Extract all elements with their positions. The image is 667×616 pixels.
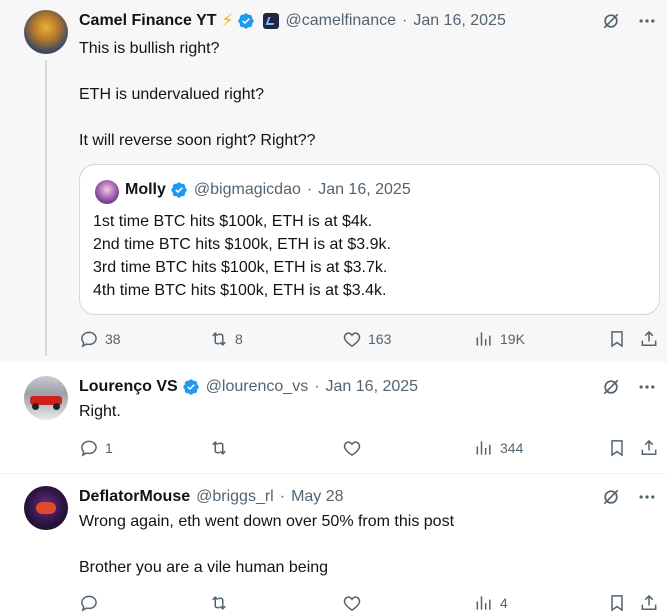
verified-badge-icon <box>238 13 255 29</box>
share-button[interactable] <box>639 438 659 458</box>
verified-badge-icon <box>171 182 187 198</box>
views-button[interactable]: 4 <box>474 593 508 613</box>
reply-post[interactable]: DeflatorMouse @briggs_rl · May 28 Wrong … <box>0 474 667 616</box>
like-button[interactable]: 163 <box>342 329 391 349</box>
reply-count: 38 <box>105 331 121 347</box>
author-name[interactable]: Lourenço VS <box>79 378 178 396</box>
post-date[interactable]: Jan 16, 2025 <box>413 12 506 30</box>
quote-avatar <box>95 180 119 204</box>
reply-icon <box>81 440 97 457</box>
share-button[interactable] <box>639 329 659 349</box>
like-button[interactable] <box>342 593 362 613</box>
post-top-actions <box>601 11 657 31</box>
bookmark-button[interactable] <box>607 329 627 349</box>
grok-icon[interactable] <box>601 377 621 397</box>
post-text: Wrong again, eth went down over 50% from… <box>79 513 455 576</box>
repost-button[interactable]: 8 <box>209 329 243 349</box>
more-icon[interactable] <box>637 487 657 507</box>
share-icon <box>641 439 657 455</box>
reply-button[interactable]: 38 <box>79 329 121 349</box>
reply-icon <box>81 595 97 612</box>
reply-count: 1 <box>105 440 113 456</box>
share-icon <box>641 594 657 610</box>
more-icon[interactable] <box>637 11 657 31</box>
repost-button[interactable] <box>209 593 229 613</box>
post-header: DeflatorMouse @briggs_rl · May 28 <box>79 486 344 508</box>
quote-text: 1st time BTC hits $100k, ETH is at $4k. … <box>93 213 391 299</box>
bookmark-button[interactable] <box>607 593 627 613</box>
views-count: 344 <box>500 440 524 456</box>
repost-button[interactable] <box>209 438 229 458</box>
post-header: Lourenço VS @lourenco_vs · Jan 16, 2025 <box>79 376 418 398</box>
reply-button[interactable]: 1 <box>79 438 113 458</box>
views-count: 4 <box>500 595 508 611</box>
avatar[interactable] <box>24 486 68 530</box>
action-bar: 4 <box>79 593 659 613</box>
bookmark-icon <box>611 440 623 457</box>
separator: · <box>306 181 313 198</box>
post-date[interactable]: Jan 16, 2025 <box>326 378 419 396</box>
like-button[interactable] <box>342 438 362 458</box>
views-count: 19K <box>500 331 525 347</box>
quote-header: Molly @bigmagicdao · Jan 16, 2025 <box>125 181 411 199</box>
action-bar: 1 344 <box>79 438 659 458</box>
repost-icon <box>212 441 226 455</box>
repost-icon <box>212 332 226 346</box>
avatar[interactable] <box>24 376 68 420</box>
separator: · <box>314 378 320 395</box>
post-header: Camel Finance YT ⚡ @camelfinance · Jan 1… <box>79 10 506 32</box>
grok-icon[interactable] <box>601 11 621 31</box>
post-top-actions <box>601 377 657 397</box>
repost-icon <box>212 596 226 610</box>
quote-handle: @bigmagicdao <box>193 181 301 198</box>
views-button[interactable]: 19K <box>474 329 525 349</box>
grok-icon[interactable] <box>601 487 621 507</box>
author-handle[interactable]: @camelfinance <box>285 12 396 30</box>
views-button[interactable]: 344 <box>474 438 523 458</box>
quote-date: Jan 16, 2025 <box>318 181 411 198</box>
thread-line <box>45 60 47 356</box>
quote-author-name: Molly <box>125 181 166 198</box>
more-icon[interactable] <box>637 377 657 397</box>
separator: · <box>401 12 408 29</box>
separator: · <box>279 488 286 505</box>
author-handle[interactable]: @lourenco_vs <box>206 378 309 396</box>
reply-post[interactable]: Lourenço VS @lourenco_vs · Jan 16, 2025 … <box>0 362 667 474</box>
views-icon <box>476 596 491 610</box>
post-top-actions <box>601 487 657 507</box>
reply-icon <box>81 331 97 348</box>
post-text: Right. <box>79 403 121 420</box>
reply-button[interactable] <box>79 593 99 613</box>
like-count: 163 <box>368 331 392 347</box>
verified-badge-icon <box>183 379 199 395</box>
bookmark-icon <box>611 595 623 612</box>
post-text: This is bullish right? ETH is undervalue… <box>79 40 316 149</box>
author-name[interactable]: Camel Finance YT <box>79 12 217 30</box>
lightning-emoji: ⚡ <box>221 11 234 30</box>
like-icon <box>343 596 361 611</box>
avatar[interactable] <box>24 10 68 54</box>
bookmark-icon <box>611 331 623 348</box>
share-icon <box>641 330 657 346</box>
action-bar: 38 8 163 19K <box>79 329 659 349</box>
main-post[interactable]: Camel Finance YT ⚡ @camelfinance · Jan 1… <box>0 0 667 362</box>
post-date[interactable]: May 28 <box>291 488 343 506</box>
bookmark-button[interactable] <box>607 438 627 458</box>
affiliate-badge-icon <box>263 13 280 29</box>
repost-count: 8 <box>235 331 243 347</box>
like-icon <box>343 332 361 347</box>
author-handle[interactable]: @briggs_rl <box>196 488 274 506</box>
share-button[interactable] <box>639 593 659 613</box>
views-icon <box>476 441 491 455</box>
quoted-post[interactable]: Molly @bigmagicdao · Jan 16, 2025 1st ti… <box>79 164 660 315</box>
author-name[interactable]: DeflatorMouse <box>79 488 190 506</box>
like-icon <box>343 441 361 456</box>
views-icon <box>476 332 491 346</box>
